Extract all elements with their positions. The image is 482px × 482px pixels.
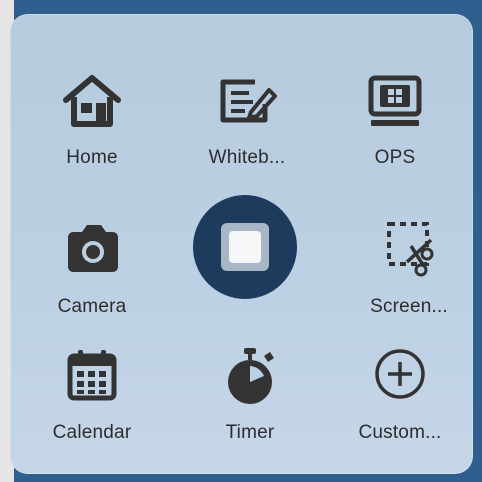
menu-item-label: OPS <box>374 147 416 168</box>
floating-menu-panel: Home Whiteb... OPS Camera Screen... Cale… <box>10 14 473 474</box>
menu-item-whiteboard[interactable]: Whiteb... <box>187 70 307 180</box>
menu-item-label: Whiteb... <box>208 147 286 168</box>
menu-item-label: Calendar <box>52 422 132 443</box>
menu-item-label: Custom... <box>358 422 442 443</box>
menu-item-home[interactable]: Home <box>32 70 152 180</box>
menu-item-ops[interactable]: OPS <box>335 70 455 180</box>
menu-item-camera[interactable]: Camera <box>32 216 152 326</box>
stop-icon-inner <box>229 231 261 263</box>
menu-item-label: Timer <box>225 422 275 443</box>
home-icon <box>63 75 121 127</box>
camera-icon <box>68 225 118 272</box>
add-icon <box>375 349 425 399</box>
timer-icon <box>228 348 274 404</box>
menu-item-custom[interactable]: Custom... <box>340 344 460 454</box>
menu-item-label: Screen... <box>370 296 448 317</box>
menu-item-label: Camera <box>57 296 127 317</box>
menu-item-label: Home <box>66 147 118 168</box>
menu-item-timer[interactable]: Timer <box>190 344 310 454</box>
stop-screen-button[interactable] <box>193 195 297 299</box>
menu-item-screenshot[interactable]: Screen... <box>349 216 469 326</box>
ops-icon <box>368 75 422 126</box>
screenshot-icon <box>387 222 434 277</box>
calendar-icon <box>67 350 117 401</box>
whiteboard-icon <box>220 79 277 123</box>
menu-item-calendar[interactable]: Calendar <box>32 344 152 454</box>
